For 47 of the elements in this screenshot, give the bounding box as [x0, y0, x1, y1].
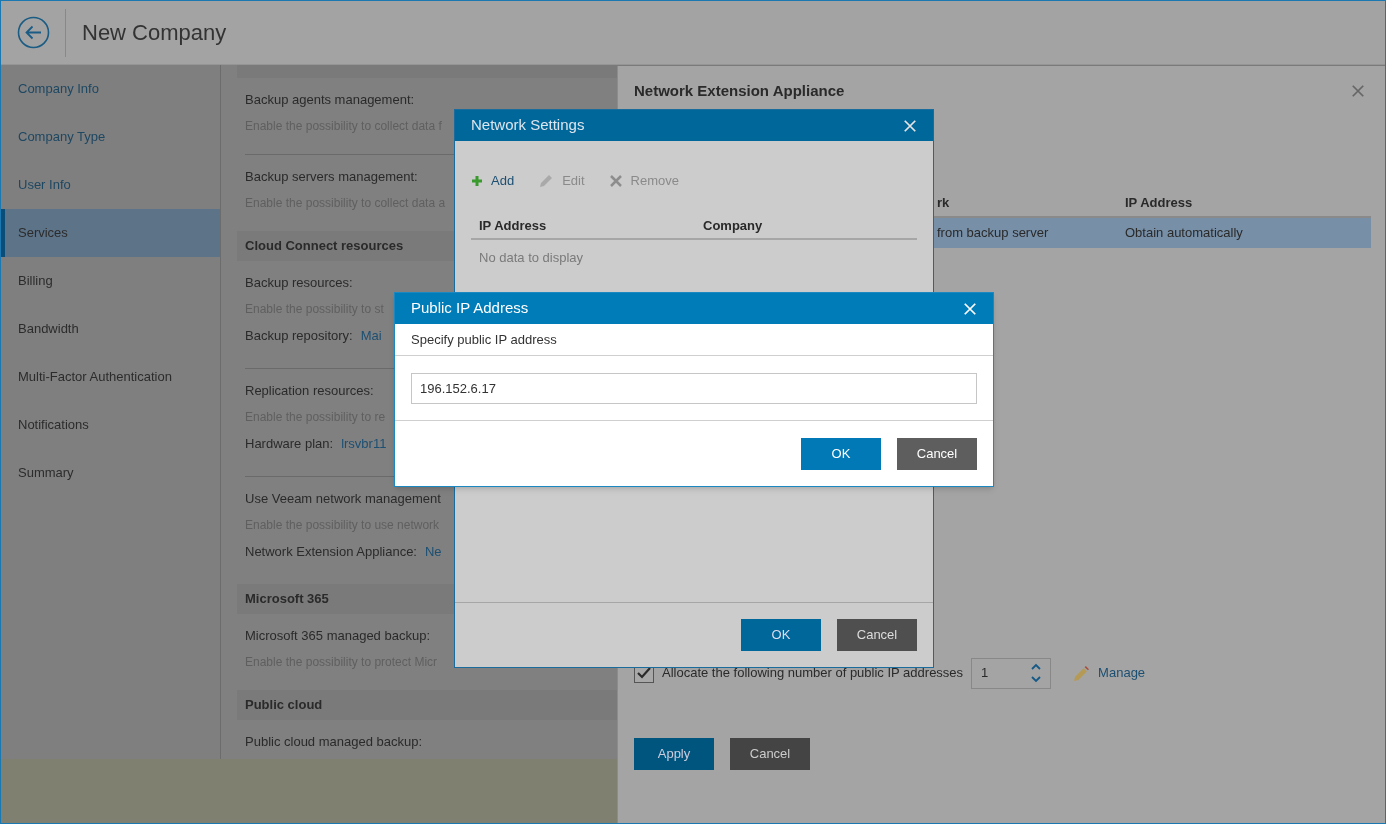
spinner-arrows-icon[interactable] [1030, 662, 1043, 684]
column-header: rk [937, 194, 950, 213]
sidebar-item[interactable]: Multi-Factor Authentication [1, 353, 220, 401]
ok-button[interactable]: Apply [634, 738, 714, 770]
number-field[interactable]: 1 [971, 657, 1052, 689]
pencil-icon [1073, 664, 1091, 682]
setting-label: Public cloud managed backup: [245, 733, 423, 751]
sidebar-item[interactable]: User Info [1, 161, 220, 209]
manage-link[interactable]: Manage [1098, 663, 1146, 683]
setting-label: Use Veeam network management [245, 490, 441, 508]
sidebar-item[interactable]: Summary [1, 449, 220, 497]
cancel-button[interactable]: Cancel [897, 437, 977, 470]
cancel-button[interactable]: Cancel [730, 738, 810, 770]
close-icon [608, 174, 623, 188]
checkbox-label: Allocate the following number of public IP addresses [662, 664, 964, 683]
close-icon[interactable] [1351, 84, 1365, 98]
setting-label: Replication resources: [245, 382, 374, 400]
sidebar-item[interactable]: Services [1, 209, 220, 257]
sidebar-item[interactable]: Company Type [1, 113, 220, 161]
panel-title: Network Extension Appliance [634, 80, 845, 101]
ok-button[interactable]: OK [741, 619, 821, 651]
sidebar-item[interactable]: Notifications [1, 401, 220, 449]
sidebar-item[interactable]: Company Info [1, 65, 220, 113]
sidebar-item[interactable]: Billing [1, 257, 220, 305]
sidebar-item[interactable]: Bandwidth [1, 305, 220, 353]
dialog-title: Public IP Address [411, 298, 529, 319]
setting-label: Microsoft 365 managed backup: [245, 627, 430, 645]
setting-label: Backup agents management: [245, 91, 415, 109]
page-title: New Company [82, 19, 227, 47]
field-label: Hardware plan: [245, 435, 334, 453]
dialog-subtitle: Specify public IP address [395, 324, 993, 356]
check-icon [637, 667, 651, 679]
setting-label: Backup servers management: [245, 168, 418, 186]
plus-icon [471, 175, 483, 187]
field-link[interactable]: lrsvbr11 [341, 435, 387, 453]
field-label: Backup repository: [245, 327, 353, 345]
field-label: Network Extension Appliance: [245, 543, 417, 561]
field-link[interactable]: Ne [425, 543, 442, 561]
cancel-button[interactable]: Cancel [837, 619, 917, 651]
dialog-title: Network Settings [471, 115, 585, 136]
field-link[interactable]: Mai [360, 327, 382, 345]
ok-button[interactable]: OK [801, 437, 881, 470]
setting-label: Backup resources: [245, 274, 353, 292]
column-header: IP Address [1125, 194, 1193, 213]
ip-address-field[interactable]: 196.152.6.17 [411, 372, 977, 404]
toolbar-button[interactable]: Add [471, 171, 515, 191]
pencil-icon [538, 173, 555, 189]
